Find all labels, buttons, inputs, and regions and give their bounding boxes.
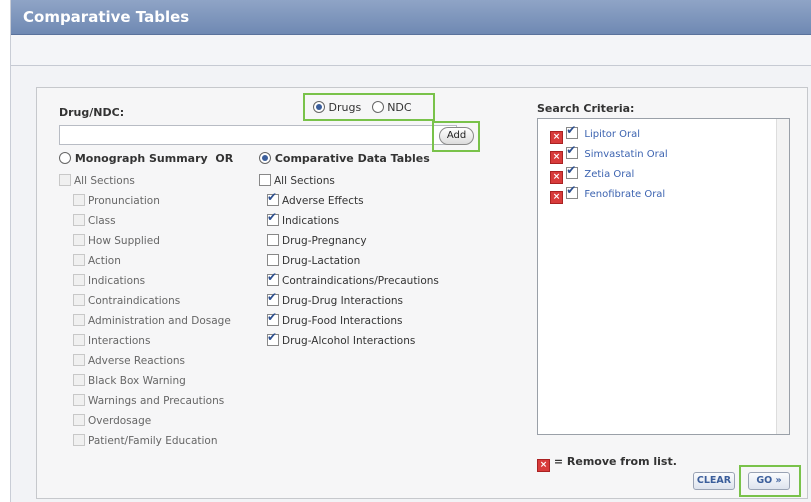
comparative-item[interactable]: Drug-Pregnancy	[267, 234, 367, 247]
criteria-item: × Zetia Oral	[550, 163, 634, 184]
ndc-radio-label: NDC	[387, 101, 412, 114]
window-title: Comparative Tables	[11, 0, 811, 35]
checkbox[interactable]	[267, 254, 279, 266]
comparative-item[interactable]: Indications	[267, 210, 339, 227]
remove-icon[interactable]: ×	[550, 131, 563, 144]
remove-icon[interactable]: ×	[550, 151, 563, 164]
criteria-item: × Fenofibrate Oral	[550, 183, 665, 204]
monograph-item[interactable]: How Supplied	[73, 234, 160, 247]
checkbox[interactable]	[73, 334, 85, 346]
monograph-summary-option[interactable]: Monograph Summary OR	[59, 152, 233, 165]
criteria-item: × Lipitor Oral	[550, 123, 640, 144]
search-criteria-list[interactable]: × Lipitor Oral × Simvastatin Oral × Zeti…	[537, 118, 790, 435]
checkbox-checked[interactable]	[267, 210, 279, 226]
checkbox[interactable]	[73, 394, 85, 406]
checkbox-checked[interactable]	[566, 143, 579, 159]
monograph-item[interactable]: Class	[73, 214, 116, 227]
remove-legend: × = Remove from list.	[537, 455, 677, 472]
monograph-all-sections[interactable]: All Sections	[59, 174, 135, 187]
checkbox[interactable]	[59, 174, 71, 186]
clear-button[interactable]: CLEAR	[693, 472, 735, 490]
monograph-item[interactable]: Warnings and Precautions	[73, 394, 224, 407]
checkbox-checked[interactable]	[566, 163, 579, 179]
add-button[interactable]: Add	[439, 127, 474, 145]
checkbox[interactable]	[73, 214, 85, 226]
monograph-item[interactable]: Interactions	[73, 334, 150, 347]
remove-icon[interactable]: ×	[550, 191, 563, 204]
comparative-radio[interactable]	[259, 152, 271, 164]
monograph-radio[interactable]	[59, 152, 71, 164]
monograph-item[interactable]: Patient/Family Education	[73, 434, 218, 447]
checkbox[interactable]	[73, 414, 85, 426]
monograph-item[interactable]: Black Box Warning	[73, 374, 186, 387]
checkbox[interactable]	[259, 174, 271, 186]
checkbox[interactable]	[73, 354, 85, 366]
checkbox-checked[interactable]	[267, 270, 279, 286]
checkbox-checked[interactable]	[566, 183, 579, 199]
monograph-item[interactable]: Overdosage	[73, 414, 151, 427]
drug-ndc-label: Drug/NDC:	[59, 106, 125, 119]
drugs-radio[interactable]	[313, 101, 325, 113]
app-window: Comparative Tables Drug/NDC: Drugs NDC A…	[10, 0, 811, 502]
drug-search-input[interactable]	[59, 125, 457, 145]
checkbox[interactable]	[73, 274, 85, 286]
criteria-item: × Simvastatin Oral	[550, 143, 668, 164]
comparative-tables-option[interactable]: Comparative Data Tables	[259, 152, 430, 165]
checkbox[interactable]	[73, 234, 85, 246]
search-criteria-label: Search Criteria:	[537, 102, 635, 115]
checkbox-checked[interactable]	[267, 330, 279, 346]
checkbox[interactable]	[73, 294, 85, 306]
comparative-item[interactable]: Adverse Effects	[267, 190, 364, 207]
remove-legend-text: = Remove from list.	[553, 455, 677, 468]
list-scrollbar[interactable]	[776, 119, 789, 434]
monograph-summary-label: Monograph Summary	[74, 152, 208, 165]
checkbox-checked[interactable]	[267, 310, 279, 326]
comparative-item[interactable]: Drug-Drug Interactions	[267, 290, 403, 307]
comparative-data-tables-label: Comparative Data Tables	[274, 152, 430, 165]
comparative-all-sections[interactable]: All Sections	[259, 174, 335, 187]
checkbox[interactable]	[73, 254, 85, 266]
go-button[interactable]: GO »	[748, 472, 790, 490]
monograph-item[interactable]: Administration and Dosage	[73, 314, 231, 327]
checkbox-checked[interactable]	[267, 290, 279, 306]
remove-icon: ×	[537, 459, 550, 472]
comparative-item[interactable]: Drug-Lactation	[267, 254, 360, 267]
toolbar-strip	[11, 35, 811, 66]
ndc-radio[interactable]	[371, 101, 384, 113]
monograph-item[interactable]: Pronunciation	[73, 194, 160, 207]
monograph-item[interactable]: Contraindications	[73, 294, 180, 307]
monograph-item[interactable]: Adverse Reactions	[73, 354, 185, 367]
checkbox[interactable]	[73, 314, 85, 326]
drugs-radio-label: Drugs	[328, 101, 362, 114]
comparative-item[interactable]: Drug-Food Interactions	[267, 310, 402, 327]
checkbox[interactable]	[73, 374, 85, 386]
checkbox-checked[interactable]	[267, 190, 279, 206]
or-label: OR	[215, 152, 234, 165]
mode-radio-group: Drugs NDC	[313, 101, 412, 114]
checkbox[interactable]	[73, 434, 85, 446]
comparative-form-panel: Drug/NDC: Drugs NDC Add Monograph Summar…	[36, 87, 808, 499]
checkbox-checked[interactable]	[566, 123, 579, 139]
comparative-item[interactable]: Drug-Alcohol Interactions	[267, 330, 415, 347]
remove-icon[interactable]: ×	[550, 171, 563, 184]
checkbox[interactable]	[73, 194, 85, 206]
comparative-item[interactable]: Contraindications/Precautions	[267, 270, 439, 287]
monograph-item[interactable]: Action	[73, 254, 121, 267]
monograph-item[interactable]: Indications	[73, 274, 145, 287]
checkbox[interactable]	[267, 234, 279, 246]
